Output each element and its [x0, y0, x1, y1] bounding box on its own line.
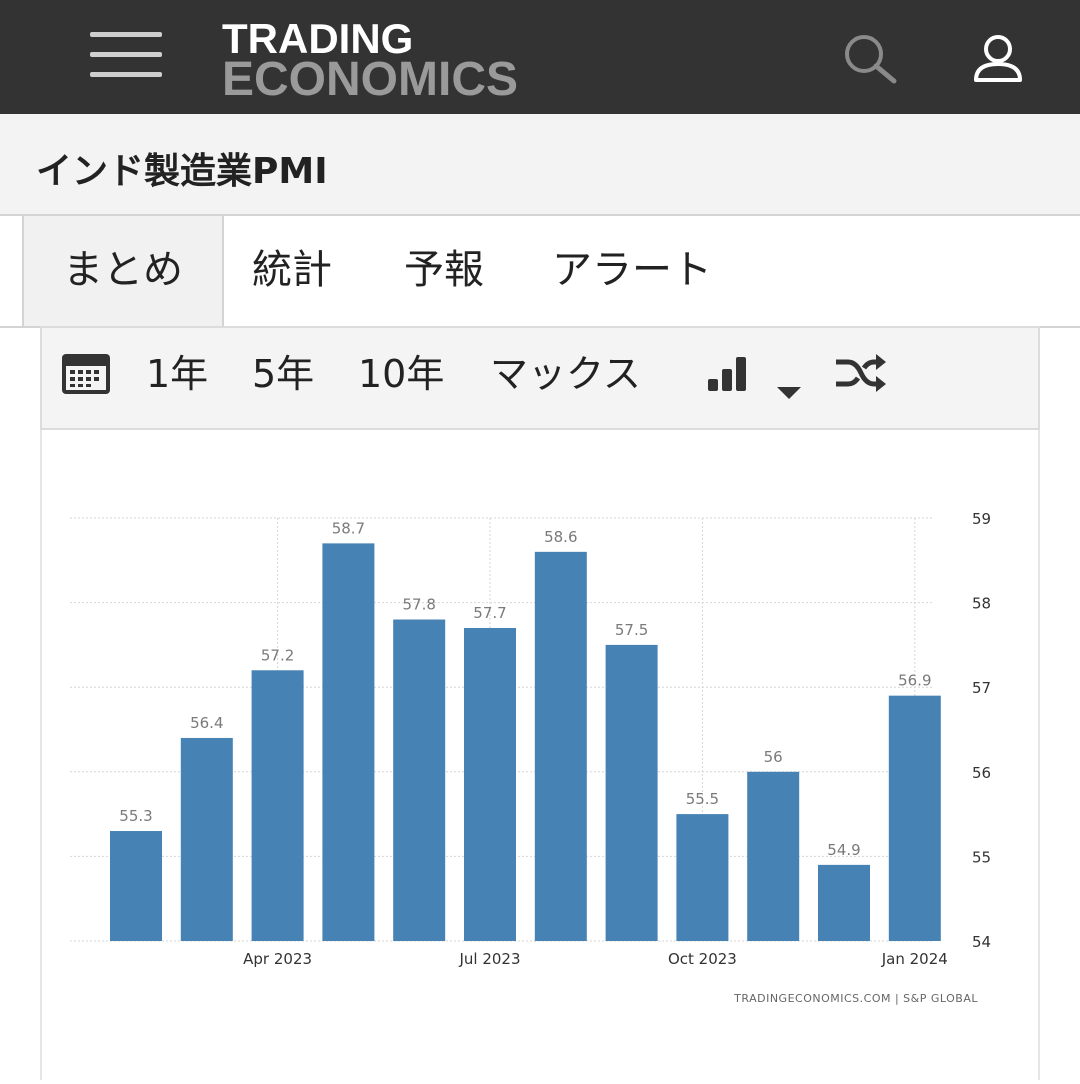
bar-oct-2023 [676, 814, 729, 941]
bar-mar-2023 [180, 737, 233, 941]
user-icon[interactable] [970, 34, 1026, 84]
value-label: 55.3 [119, 807, 152, 825]
chart-toolbar: 1年 5年 10年 マックス [40, 326, 1040, 430]
range-5-years[interactable]: 5年 [252, 346, 314, 402]
trading-economics-logo[interactable]: TRADING ECONOMICS [222, 18, 519, 106]
value-label: 57.7 [473, 604, 506, 622]
tab-bar: まとめ 統計 予報 アラート [0, 216, 1080, 328]
search-icon[interactable] [840, 34, 900, 84]
y-tick-label: 55 [972, 848, 991, 866]
bar-jul-2023 [464, 627, 516, 941]
hamburger-menu-icon[interactable] [90, 32, 162, 82]
x-tick-label: Apr 2023 [243, 950, 312, 968]
range-1-year[interactable]: 1年 [146, 346, 208, 402]
value-label: 56.4 [190, 714, 223, 732]
x-axis-ticks: Apr 2023 Jul 2023 Oct 2023 Jan 2024 [243, 950, 948, 968]
bar-sep-2023 [605, 644, 658, 941]
y-axis-ticks: 54 55 56 57 58 59 [972, 510, 991, 951]
value-label: 58.6 [544, 528, 577, 546]
tab-summary[interactable]: まとめ [22, 216, 224, 326]
tab-statistics[interactable]: 統計 [252, 216, 332, 326]
bar-dec-2023 [818, 864, 870, 941]
top-navigation-bar: TRADING ECONOMICS [0, 0, 1080, 114]
page-title: インド製造業PMI [36, 151, 328, 192]
value-label: 54.9 [827, 841, 860, 859]
tab-forecast[interactable]: 予報 [404, 216, 484, 326]
range-max[interactable]: マックス [490, 346, 641, 402]
calendar-icon[interactable] [60, 352, 112, 411]
range-10-years[interactable]: 10年 [358, 346, 444, 402]
x-tick-label: Jul 2023 [458, 950, 520, 968]
y-tick-label: 59 [972, 510, 991, 528]
chart-value-labels: 55.3 56.4 57.2 58.7 57.8 57.7 58.6 57.5 55.5 56 54… [119, 519, 931, 858]
chart-panel: 55.3 56.4 57.2 58.7 57.8 57.7 58.6 57.5 55.5 56 54… [40, 430, 1040, 1080]
value-label: 57.8 [402, 596, 435, 614]
bar-apr-2023 [251, 670, 304, 941]
bar-chart[interactable]: 55.356.457.258.757.8 57.758.657.555.55654… [42, 430, 1038, 1080]
logo-line-2: ECONOMICS [222, 52, 519, 106]
bar-nov-2023 [747, 771, 800, 941]
value-label: 58.7 [332, 519, 365, 537]
x-tick-label: Jan 2024 [881, 950, 948, 968]
value-label: 57.5 [615, 621, 648, 639]
title-bar: インド製造業PMI [0, 114, 1080, 216]
x-tick-label: Oct 2023 [668, 950, 737, 968]
shuffle-icon[interactable] [834, 352, 888, 409]
bar-may-2023 [322, 543, 375, 941]
bar-jan-2024 [888, 695, 941, 941]
caret-down-icon[interactable] [776, 360, 802, 416]
bar-jun-2023 [393, 619, 446, 941]
y-tick-label: 54 [972, 933, 991, 951]
value-label: 55.5 [686, 790, 719, 808]
tab-alerts[interactable]: アラート [552, 216, 712, 326]
value-label: 56.9 [898, 672, 931, 690]
bar-feb-2023 [110, 831, 162, 941]
chart-source-label: TRADINGECONOMICS.COM | S&P GLOBAL [733, 992, 978, 1005]
y-tick-label: 57 [972, 679, 991, 697]
bar-aug-2023 [534, 551, 587, 941]
value-label: 57.2 [261, 646, 294, 664]
y-tick-label: 58 [972, 595, 991, 613]
value-label: 56 [764, 748, 783, 766]
bar-chart-icon[interactable] [706, 352, 750, 408]
y-tick-label: 56 [972, 764, 991, 782]
